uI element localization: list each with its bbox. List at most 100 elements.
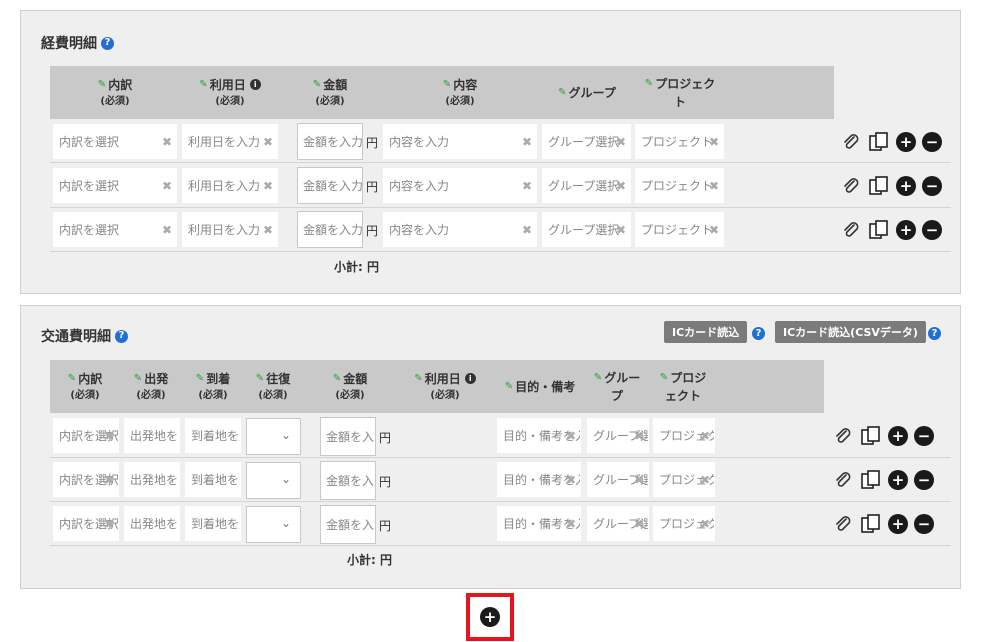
mokuteki-input[interactable]: 目的・備考を入力✖	[497, 418, 581, 453]
oufuku-select[interactable]: ⌄	[246, 506, 301, 543]
group-select[interactable]: グループ選択✖	[542, 124, 631, 159]
group-select[interactable]: グループ選択✖	[542, 212, 631, 247]
riyoubi-input[interactable]: 利用日を入力 ✖	[182, 212, 278, 247]
kingaku-input[interactable]: 金額を入力	[297, 211, 363, 248]
clear-icon[interactable]: ✖	[263, 179, 273, 193]
oufuku-select[interactable]: ⌄	[246, 462, 301, 499]
clear-icon[interactable]: ✖	[709, 179, 719, 193]
clear-icon[interactable]: ✖	[104, 517, 114, 531]
project-select[interactable]: プロジェクト✖	[653, 418, 715, 453]
clear-icon[interactable]: ✖	[634, 429, 644, 443]
shuppatsu-input[interactable]: 出発地を入力	[124, 418, 180, 453]
clear-icon[interactable]: ✖	[104, 429, 114, 443]
project-select[interactable]: プロジェクト✖	[653, 506, 715, 541]
remove-row-icon[interactable]: −	[914, 426, 934, 446]
ic-card-read-button[interactable]: ICカード読込	[664, 321, 748, 343]
paperclip-icon[interactable]	[832, 513, 854, 535]
add-row-icon[interactable]: +	[896, 176, 916, 196]
remove-row-icon[interactable]: −	[914, 514, 934, 534]
group-select[interactable]: グループ選択✖	[587, 506, 649, 541]
clear-icon[interactable]: ✖	[616, 135, 626, 149]
clear-icon[interactable]: ✖	[616, 223, 626, 237]
riyoubi-input[interactable]: 利用日を入力 ✖	[182, 124, 278, 159]
naiyou-input[interactable]: 内容を入力 ✖	[383, 212, 537, 247]
clear-icon[interactable]: ✖	[522, 179, 532, 193]
clear-icon[interactable]: ✖	[700, 517, 710, 531]
group-select[interactable]: グループ選択✖	[587, 462, 649, 497]
riyoubi-input[interactable]: 利用日を入力 ✖	[182, 168, 278, 203]
copy-icon[interactable]	[860, 513, 882, 535]
project-select[interactable]: プロジェクト✖	[635, 124, 724, 159]
group-select[interactable]: グループ選択✖	[542, 168, 631, 203]
touchaku-input[interactable]: 到着地を入力	[185, 462, 241, 497]
copy-icon[interactable]	[860, 469, 882, 491]
clear-icon[interactable]: ✖	[566, 473, 576, 487]
clear-icon[interactable]: ✖	[104, 473, 114, 487]
clear-icon[interactable]: ✖	[709, 135, 719, 149]
clear-icon[interactable]: ✖	[634, 473, 644, 487]
shuppatsu-input[interactable]: 出発地を入力	[124, 506, 180, 541]
clear-icon[interactable]: ✖	[634, 517, 644, 531]
clear-icon[interactable]: ✖	[162, 179, 172, 193]
clear-icon[interactable]: ✖	[522, 223, 532, 237]
mokuteki-input[interactable]: 目的・備考を入力✖	[497, 506, 581, 541]
clear-icon[interactable]: ✖	[162, 135, 172, 149]
clear-icon[interactable]: ✖	[700, 429, 710, 443]
clear-icon[interactable]: ✖	[162, 223, 172, 237]
uchiwake-select[interactable]: 内訳を選択 ✖	[53, 168, 177, 203]
naiyou-input[interactable]: 内容を入力 ✖	[383, 168, 537, 203]
oufuku-select[interactable]: ⌄	[246, 418, 301, 455]
kingaku-input[interactable]: 金額を入力	[320, 417, 376, 456]
clear-icon[interactable]: ✖	[522, 135, 532, 149]
clear-icon[interactable]: ✖	[700, 473, 710, 487]
paperclip-icon[interactable]	[832, 469, 854, 491]
remove-row-icon[interactable]: −	[922, 176, 942, 196]
naiyou-input[interactable]: 内容を入力 ✖	[383, 124, 537, 159]
clear-icon[interactable]: ✖	[709, 223, 719, 237]
ic-card-read-csv-button[interactable]: ICカード読込(CSVデータ)	[775, 321, 926, 343]
remove-row-icon[interactable]: −	[922, 132, 942, 152]
add-row-icon[interactable]: +	[888, 426, 908, 446]
shuppatsu-input[interactable]: 出発地を入力	[124, 462, 180, 497]
kingaku-input[interactable]: 金額を入力	[320, 461, 376, 500]
project-select[interactable]: プロジェクト✖	[635, 212, 724, 247]
add-row-icon[interactable]: +	[888, 470, 908, 490]
add-row-icon[interactable]: +	[888, 514, 908, 534]
add-row-icon[interactable]: +	[896, 132, 916, 152]
copy-icon[interactable]	[868, 175, 890, 197]
remove-row-icon[interactable]: −	[922, 220, 942, 240]
uchiwake-select[interactable]: 内訳を選択 ✖	[53, 212, 177, 247]
help-icon[interactable]: ?	[928, 327, 941, 340]
paperclip-icon[interactable]	[832, 425, 854, 447]
copy-icon[interactable]	[860, 425, 882, 447]
paperclip-icon[interactable]	[840, 219, 862, 241]
paperclip-icon[interactable]	[840, 175, 862, 197]
uchiwake-select[interactable]: 内訳を選択 ✖	[53, 418, 119, 453]
kingaku-input[interactable]: 金額を入力	[297, 123, 363, 160]
help-icon[interactable]: ?	[101, 36, 114, 50]
kingaku-input[interactable]: 金額を入力	[297, 167, 363, 204]
group-select[interactable]: グループ選択✖	[587, 418, 649, 453]
clear-icon[interactable]: ✖	[263, 223, 273, 237]
touchaku-input[interactable]: 到着地を入力	[185, 506, 241, 541]
add-section-button[interactable]: +	[466, 593, 514, 641]
project-select[interactable]: プロジェクト✖	[653, 462, 715, 497]
clear-icon[interactable]: ✖	[263, 135, 273, 149]
touchaku-input[interactable]: 到着地を入力	[185, 418, 241, 453]
add-row-icon[interactable]: +	[896, 220, 916, 240]
clear-icon[interactable]: ✖	[566, 517, 576, 531]
help-icon[interactable]: ?	[115, 329, 128, 343]
remove-row-icon[interactable]: −	[914, 470, 934, 490]
kingaku-input[interactable]: 金額を入力	[320, 505, 376, 544]
project-select[interactable]: プロジェクト✖	[635, 168, 724, 203]
clear-icon[interactable]: ✖	[616, 179, 626, 193]
mokuteki-input[interactable]: 目的・備考を入力✖	[497, 462, 581, 497]
copy-icon[interactable]	[868, 219, 890, 241]
copy-icon[interactable]	[868, 131, 890, 153]
clear-icon[interactable]: ✖	[566, 429, 576, 443]
uchiwake-select[interactable]: 内訳を選択 ✖	[53, 506, 119, 541]
paperclip-icon[interactable]	[840, 131, 862, 153]
uchiwake-select[interactable]: 内訳を選択 ✖	[53, 124, 177, 159]
help-icon[interactable]: ?	[752, 327, 765, 340]
uchiwake-select[interactable]: 内訳を選択 ✖	[53, 462, 119, 497]
